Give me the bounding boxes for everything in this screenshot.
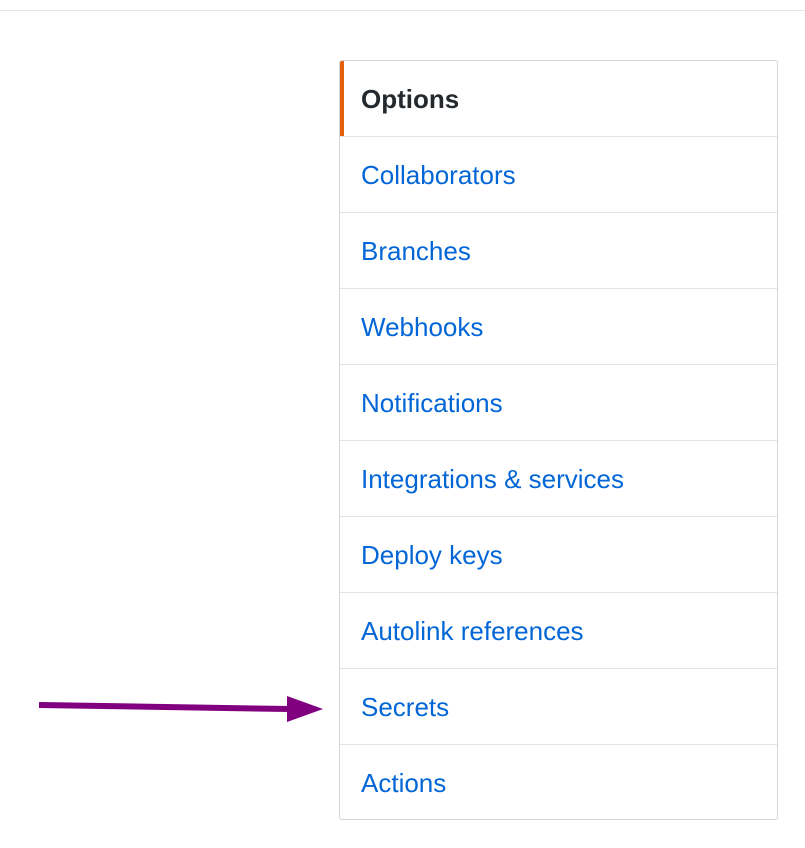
menu-item-branches-label: Branches [361,235,471,266]
menu-item-deploy-keys-label: Deploy keys [361,539,503,570]
menu-item-webhooks[interactable]: Webhooks [340,288,777,364]
menu-item-autolink-references-label: Autolink references [361,615,584,646]
menu-item-collaborators[interactable]: Collaborators [340,136,777,212]
menu-item-notifications-label: Notifications [361,387,503,418]
menu-item-branches[interactable]: Branches [340,212,777,288]
menu-item-options-label: Options [361,83,460,114]
menu-item-options[interactable]: Options [340,61,777,136]
menu-item-integrations-services[interactable]: Integrations & services [340,440,777,516]
menu-item-autolink-references[interactable]: Autolink references [340,592,777,668]
menu-item-secrets-label: Secrets [361,691,450,722]
menu-item-webhooks-label: Webhooks [361,311,484,342]
menu-item-actions[interactable]: Actions [340,744,777,819]
annotation-arrow-icon [38,696,323,722]
menu-item-notifications[interactable]: Notifications [340,364,777,440]
menu-item-actions-label: Actions [361,767,447,798]
menu-item-secrets[interactable]: Secrets [340,668,777,744]
top-divider [0,10,805,11]
menu-item-deploy-keys[interactable]: Deploy keys [340,516,777,592]
settings-menu: Options Collaborators Branches Webhooks … [339,60,778,820]
menu-item-collaborators-label: Collaborators [361,159,516,190]
menu-item-integrations-services-label: Integrations & services [361,463,625,494]
